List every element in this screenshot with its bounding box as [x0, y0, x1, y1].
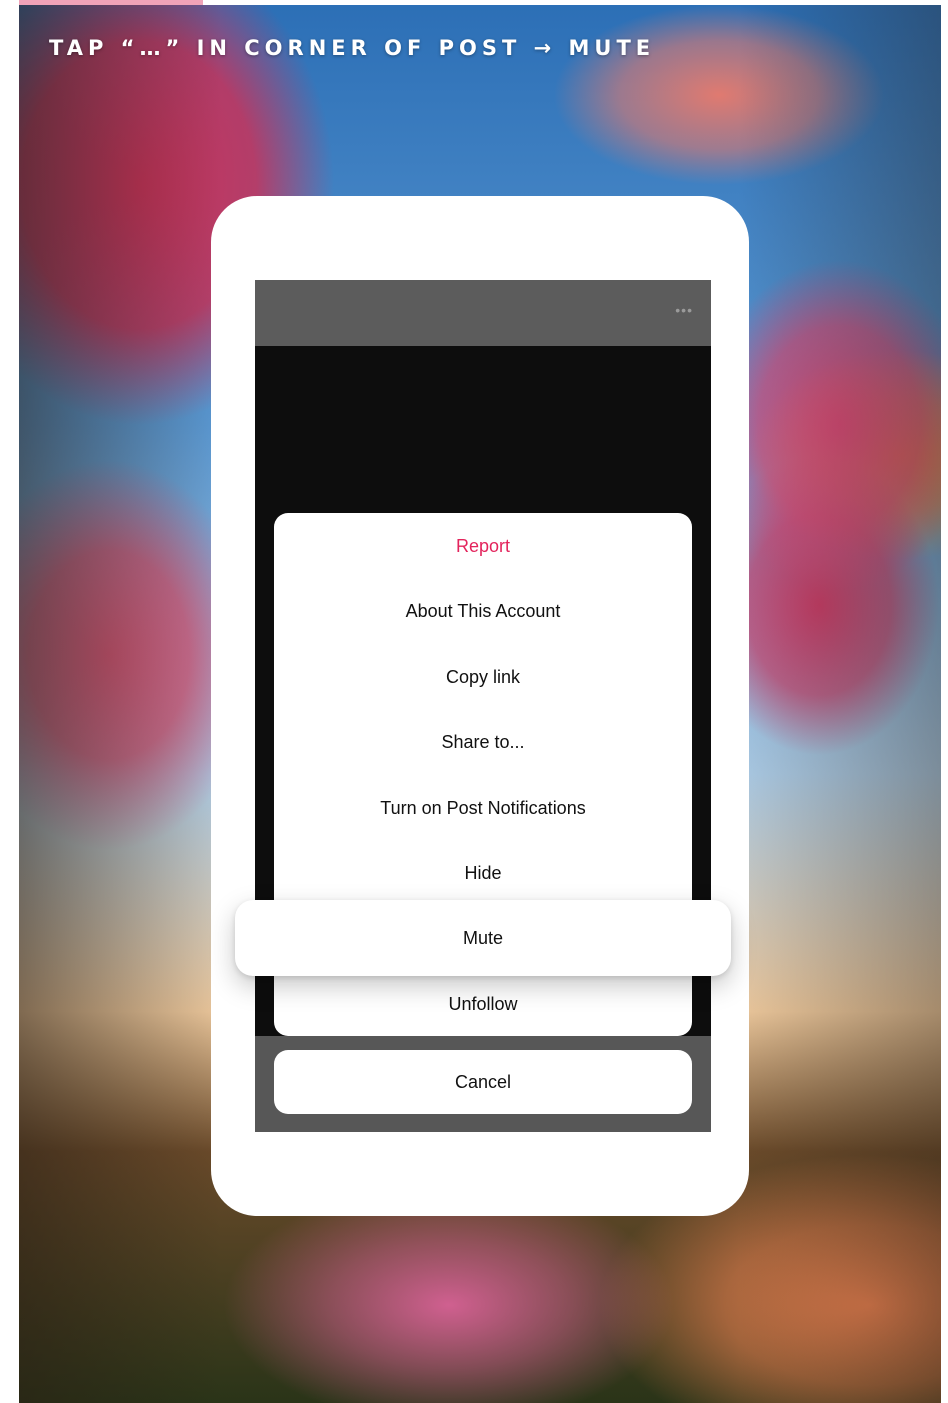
share-option[interactable]: Share to... [274, 709, 692, 775]
post-notifications-option[interactable]: Turn on Post Notifications [274, 775, 692, 841]
hide-option[interactable]: Hide [274, 840, 692, 906]
cancel-button[interactable]: Cancel [274, 1050, 692, 1114]
instruction-caption: TAP “…” IN CORNER OF POST → MUTE [49, 36, 656, 60]
post-header: ••• [255, 280, 711, 346]
mute-option-highlighted[interactable]: Mute [235, 900, 731, 976]
copy-link-option[interactable]: Copy link [274, 644, 692, 710]
about-account-option[interactable]: About This Account [274, 578, 692, 644]
more-dots-icon[interactable]: ••• [675, 302, 693, 318]
report-option[interactable]: Report [274, 513, 692, 579]
unfollow-option[interactable]: Unfollow [274, 971, 692, 1037]
